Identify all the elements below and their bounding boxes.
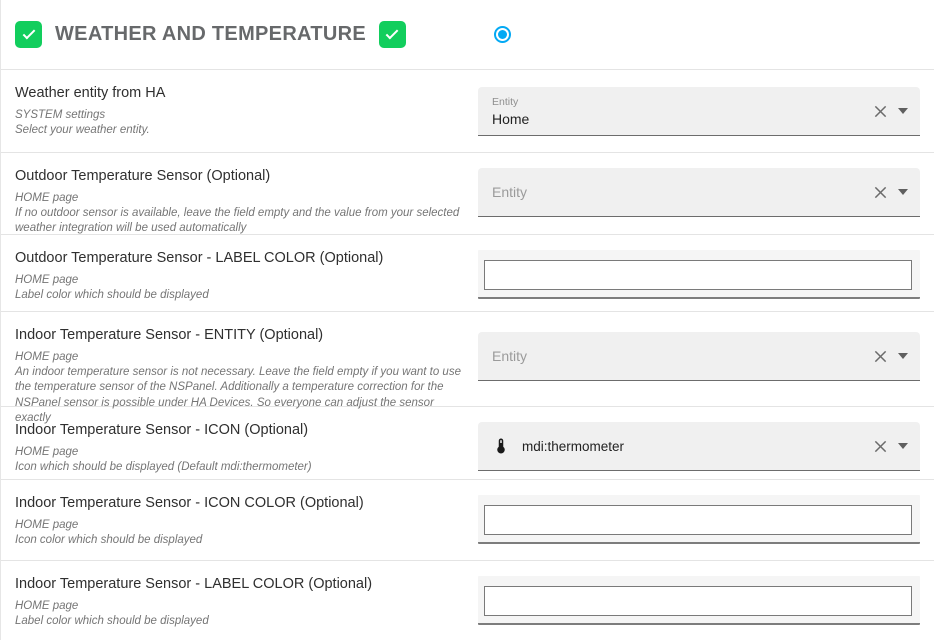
chevron-down-icon[interactable] (898, 443, 908, 449)
select-value: Home (492, 111, 869, 127)
setting-text: Outdoor Temperature Sensor - LABEL COLOR… (15, 250, 478, 303)
select-content: Entity Home (492, 96, 869, 127)
section-enabled-checkbox[interactable] (15, 21, 42, 48)
chevron-down-icon[interactable] (898, 189, 908, 195)
color-input-panel (478, 576, 920, 625)
setting-row-indoor-label-color: Indoor Temperature Sensor - LABEL COLOR … (1, 561, 934, 639)
outdoor-temp-entity-select[interactable]: Entity (478, 168, 920, 217)
setting-title: Indoor Temperature Sensor - ICON COLOR (… (15, 495, 466, 511)
indoor-icon-color-input[interactable] (484, 505, 912, 535)
setting-description: If no outdoor sensor is available, leave… (15, 206, 466, 236)
setting-row-indoor-icon-color: Indoor Temperature Sensor - ICON COLOR (… (1, 480, 934, 561)
setting-text: Weather entity from HA SYSTEM settings S… (15, 85, 478, 138)
outdoor-label-color-input[interactable] (484, 260, 912, 290)
setting-description: Label color which should be displayed (15, 614, 466, 629)
setting-text: Indoor Temperature Sensor - ICON COLOR (… (15, 495, 478, 548)
setting-scope: HOME page (15, 518, 466, 533)
setting-description: Label color which should be displayed (15, 288, 466, 303)
setting-description: Select your weather entity. (15, 123, 466, 138)
setting-text: Indoor Temperature Sensor - LABEL COLOR … (15, 576, 478, 629)
setting-scope: HOME page (15, 599, 466, 614)
select-content: mdi:thermometer (492, 437, 869, 455)
clear-icon[interactable] (869, 345, 892, 368)
setting-row-outdoor-label-color: Outdoor Temperature Sensor - LABEL COLOR… (1, 235, 934, 312)
setting-title: Weather entity from HA (15, 85, 466, 101)
setting-description: Icon color which should be displayed (15, 533, 466, 548)
setting-title: Indoor Temperature Sensor - LABEL COLOR … (15, 576, 466, 592)
setting-scope: HOME page (15, 350, 466, 365)
indoor-temp-entity-select[interactable]: Entity (478, 332, 920, 381)
setting-row-weather-entity: Weather entity from HA SYSTEM settings S… (1, 70, 934, 153)
setting-title: Outdoor Temperature Sensor - LABEL COLOR… (15, 250, 466, 266)
chevron-down-icon[interactable] (898, 353, 908, 359)
section-header: WEATHER AND TEMPERATURE (1, 0, 934, 70)
setting-scope: HOME page (15, 191, 466, 206)
indoor-label-color-input[interactable] (484, 586, 912, 616)
color-input-panel (478, 250, 920, 299)
setting-scope: HOME page (15, 445, 466, 460)
indoor-icon-select[interactable]: mdi:thermometer (478, 422, 920, 471)
select-placeholder: Entity (492, 184, 869, 200)
select-placeholder: Entity (492, 348, 869, 364)
radio-selected-icon (498, 30, 507, 39)
thermometer-icon (492, 437, 510, 455)
setting-title: Indoor Temperature Sensor - ICON (Option… (15, 422, 466, 438)
setting-row-indoor-entity: Indoor Temperature Sensor - ENTITY (Opti… (1, 312, 934, 407)
color-input-panel (478, 495, 920, 544)
setting-text: Indoor Temperature Sensor - ENTITY (Opti… (15, 327, 478, 426)
setting-title: Indoor Temperature Sensor - ENTITY (Opti… (15, 327, 466, 343)
setting-row-outdoor-entity: Outdoor Temperature Sensor (Optional) HO… (1, 153, 934, 235)
checkbox-check-icon (386, 27, 399, 40)
weather-entity-select[interactable]: Entity Home (478, 87, 920, 136)
select-value: mdi:thermometer (522, 439, 624, 454)
setting-text: Indoor Temperature Sensor - ICON (Option… (15, 422, 478, 475)
clear-icon[interactable] (869, 181, 892, 204)
chevron-down-icon[interactable] (898, 108, 908, 114)
setting-text: Outdoor Temperature Sensor (Optional) HO… (15, 168, 478, 237)
section-active-radio[interactable] (494, 26, 511, 43)
section-secondary-checkbox[interactable] (379, 21, 406, 48)
clear-icon[interactable] (869, 100, 892, 123)
setting-description: Icon which should be displayed (Default … (15, 460, 466, 475)
setting-description: An indoor temperature sensor is not nece… (15, 365, 466, 426)
setting-scope: SYSTEM settings (15, 108, 466, 123)
clear-icon[interactable] (869, 435, 892, 458)
select-floating-label: Entity (492, 96, 869, 108)
checkbox-check-icon (22, 27, 35, 40)
setting-scope: HOME page (15, 273, 466, 288)
select-content: Entity (492, 184, 869, 200)
setting-title: Outdoor Temperature Sensor (Optional) (15, 168, 466, 184)
section-title: WEATHER AND TEMPERATURE (55, 23, 366, 46)
select-content: Entity (492, 348, 869, 364)
